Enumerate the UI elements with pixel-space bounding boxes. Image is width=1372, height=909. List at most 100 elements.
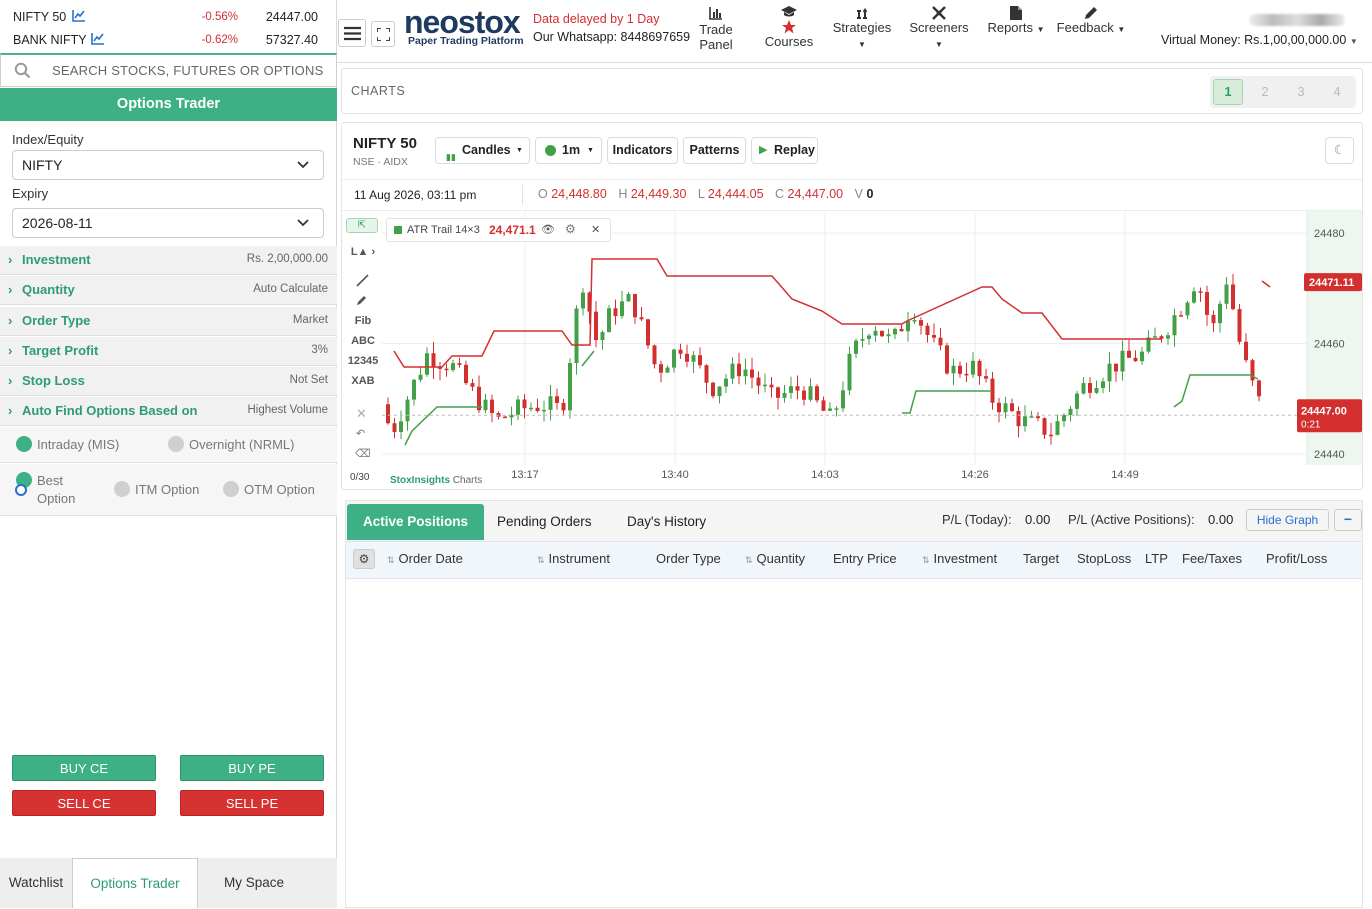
eye-icon[interactable]: 👁 — [541, 223, 555, 236]
pl-today-value: 0.00 — [1025, 512, 1051, 527]
bottom-tabs: Watchlist Options Trader My Space — [0, 858, 337, 908]
virtual-money[interactable]: Virtual Money: Rs.1,00,00,000.00 ▼ — [1161, 33, 1358, 47]
brand-logo[interactable]: neostox — [404, 6, 521, 38]
brand-subtitle: Paper Trading Platform — [408, 35, 524, 47]
chart-symbol[interactable]: NIFTY 50 — [353, 135, 417, 152]
graduation-cap-icon — [781, 6, 797, 17]
indicators-button[interactable]: Indicators — [607, 137, 678, 164]
overnight-label: Overnight (NRML) — [189, 437, 295, 452]
table-settings-button[interactable]: ⚙ — [353, 549, 375, 569]
accordion-stop-loss[interactable]: › Stop Loss Not Set — [0, 367, 337, 396]
chart-layout-pages: 1 2 3 4 — [1210, 76, 1356, 108]
tab-watchlist[interactable]: Watchlist — [0, 858, 72, 908]
line-tool[interactable]: L▲ › — [350, 246, 376, 258]
avatar[interactable] — [1249, 14, 1345, 26]
chart-page-2[interactable]: 2 — [1250, 79, 1280, 105]
candlestick-chart[interactable]: 24440 24460 24480 13:17 13:40 14:03 14:26 14:49… — [382, 211, 1362, 489]
ohlc-c-label: C — [775, 187, 785, 201]
col-quantity[interactable]: ⇅ Quantity — [745, 551, 805, 566]
col-stoploss[interactable]: StopLoss — [1077, 551, 1131, 566]
nav-feedback[interactable]: Feedback ▼ — [1056, 4, 1126, 35]
chart-icon[interactable] — [72, 9, 86, 22]
accordion-auto-find[interactable]: › Auto Find Options Based on Highest Volum… — [0, 397, 337, 426]
candle-body — [548, 396, 553, 410]
hide-graph-button[interactable]: Hide Graph — [1246, 509, 1329, 531]
settings-icon[interactable]: ⚙ — [565, 222, 576, 236]
chart-page-3[interactable]: 3 — [1286, 79, 1316, 105]
index-value: NIFTY — [22, 157, 63, 173]
close-icon[interactable]: ✕ — [356, 406, 367, 422]
chart-page-1[interactable]: 1 — [1213, 79, 1243, 105]
candle-body — [925, 325, 930, 335]
intraday-radio[interactable] — [16, 436, 32, 452]
col-investment[interactable]: ⇅ Investment — [922, 551, 997, 566]
elliott-tool[interactable]: 12345 — [345, 355, 381, 367]
itm-option-radio[interactable] — [114, 481, 130, 497]
index-select[interactable]: NIFTY — [12, 150, 324, 180]
accordion-order-type[interactable]: › Order Type Market — [0, 307, 337, 336]
pencil-icon[interactable] — [356, 294, 368, 306]
col-profit-loss[interactable]: Profit/Loss — [1266, 551, 1327, 566]
nav-strategies[interactable]: Strategies ▼ — [827, 4, 897, 50]
tab-my-space[interactable]: My Space — [198, 858, 310, 908]
undo-icon[interactable]: ↶ — [356, 427, 365, 440]
sell-pe-button[interactable]: SELL PE — [180, 790, 324, 816]
candle-body — [893, 328, 897, 335]
overnight-radio[interactable] — [168, 436, 184, 452]
accordion-target-profit[interactable]: › Target Profit 3% — [0, 337, 337, 366]
tab-options-trader[interactable]: Options Trader — [72, 858, 198, 908]
indicator-legend[interactable]: ATR Trail 14×3 24,471.1 👁 ⚙ ✕ — [386, 218, 611, 242]
star-icon — [782, 20, 796, 34]
col-order-date[interactable]: ⇅ Order Date — [387, 551, 463, 566]
replay-button[interactable]: ▶ Replay — [751, 137, 818, 164]
otm-option-radio[interactable] — [223, 481, 239, 497]
buy-pe-button[interactable]: BUY PE — [180, 755, 324, 781]
fullscreen-button[interactable] — [371, 21, 395, 47]
candle-body — [1153, 336, 1157, 338]
search-input[interactable]: SEARCH STOCKS, FUTURES OR OPTIONS — [0, 53, 337, 87]
col-instrument[interactable]: ⇅ Instrument — [537, 551, 610, 566]
tab-active-positions[interactable]: Active Positions — [347, 504, 485, 540]
buy-ce-button[interactable]: BUY CE — [12, 755, 156, 781]
fib-tool[interactable]: Fib — [350, 315, 376, 327]
atr-trail-upper — [393, 258, 1162, 368]
candle-body — [1042, 418, 1047, 435]
collapse-button[interactable]: − — [1334, 509, 1362, 531]
chart-page-4[interactable]: 4 — [1322, 79, 1352, 105]
ohlc-high: 24,449.30 — [630, 187, 687, 201]
tab-days-history[interactable]: Day's History — [611, 504, 722, 540]
chart-icon[interactable] — [91, 32, 105, 45]
xab-tool[interactable]: XAB — [350, 375, 376, 387]
candle-body — [737, 363, 741, 377]
nav-trade-panel[interactable]: Trade Panel — [696, 4, 736, 52]
accordion-quantity[interactable]: › Quantity Auto Calculate — [0, 276, 337, 305]
col-fee-taxes[interactable]: Fee/Taxes — [1182, 551, 1242, 566]
indicator-price-label: 24471.11 — [1309, 277, 1354, 289]
collapse-tools-button[interactable]: ⇱ — [346, 218, 378, 233]
tab-pending-orders[interactable]: Pending Orders — [481, 504, 608, 540]
accordion-investment[interactable]: › Investment Rs. 2,00,000.00 — [0, 246, 337, 275]
erase-icon[interactable]: ⌫ — [355, 447, 371, 460]
menu-button[interactable] — [338, 19, 366, 47]
col-entry-price[interactable]: Entry Price — [833, 551, 897, 566]
col-target[interactable]: Target — [1023, 551, 1059, 566]
close-icon[interactable]: ✕ — [591, 223, 600, 236]
nav-courses[interactable]: Courses — [764, 4, 814, 49]
trendline-icon[interactable] — [356, 274, 369, 287]
sell-ce-button[interactable]: SELL CE — [12, 790, 156, 816]
col-ltp[interactable]: LTP — [1145, 551, 1168, 566]
theme-toggle[interactable]: ☾ — [1325, 137, 1354, 164]
expiry-select[interactable]: 2026-08-11 — [12, 208, 324, 238]
patterns-button[interactable]: Patterns — [683, 137, 746, 164]
chart-style-button[interactable]: ▮▮ Candles ▼ — [435, 137, 530, 164]
interval-button[interactable]: 1m ▼ — [535, 137, 602, 164]
nav-screeners[interactable]: Screeners ▼ — [904, 4, 974, 50]
col-order-type[interactable]: Order Type — [656, 551, 721, 566]
abc-tool[interactable]: ABC — [350, 335, 376, 347]
left-panel: NIFTY 50 -0.56% 24447.00 BANK NIFTY -0.6… — [0, 0, 337, 908]
divider — [522, 185, 523, 205]
ticker-banknifty[interactable]: BANK NIFTY -0.62% 57327.40 — [0, 29, 337, 52]
nav-reports[interactable]: Reports ▼ — [985, 4, 1047, 35]
candle-body — [802, 390, 806, 400]
ticker-nifty50[interactable]: NIFTY 50 -0.56% 24447.00 — [0, 6, 337, 29]
